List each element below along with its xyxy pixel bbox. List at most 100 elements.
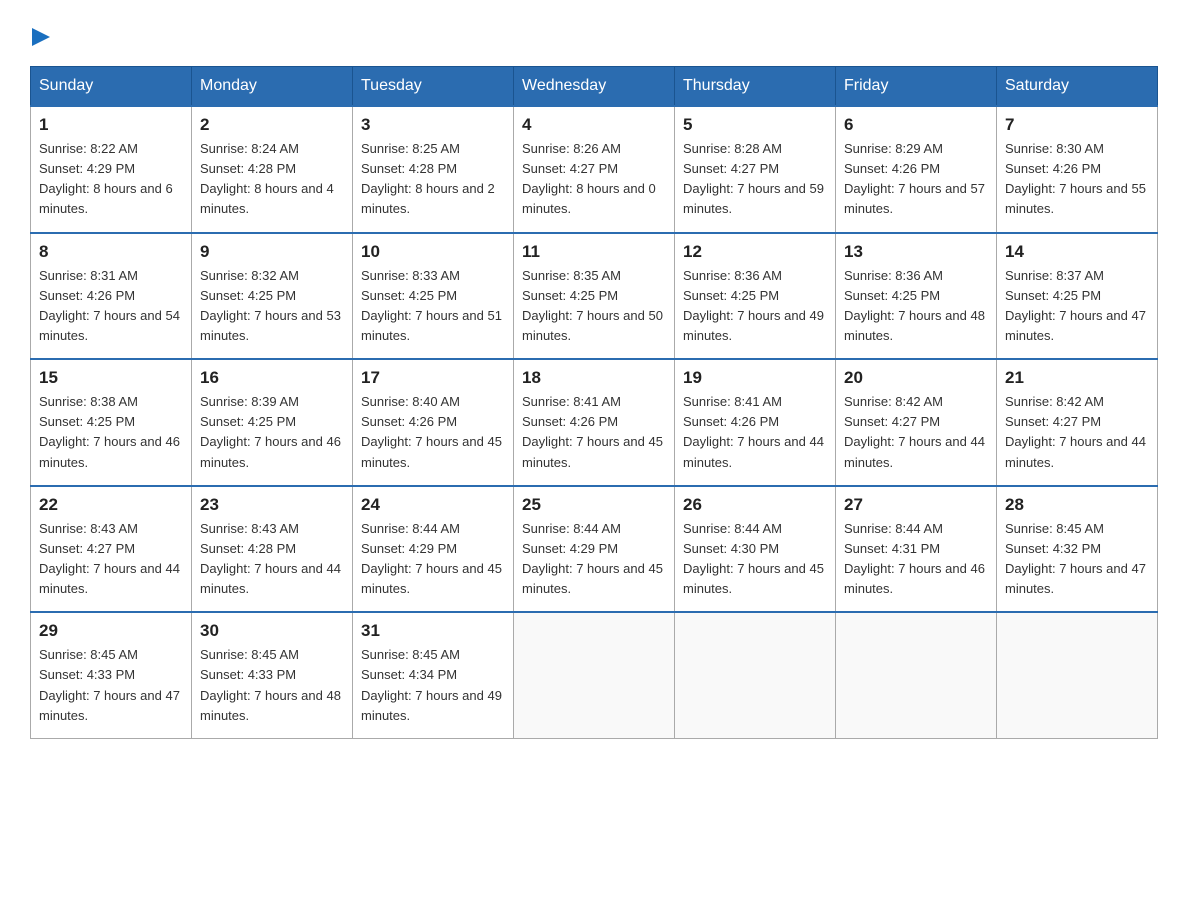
day-number: 10 [361, 242, 505, 262]
day-cell-15: 15Sunrise: 8:38 AMSunset: 4:25 PMDayligh… [31, 359, 192, 486]
day-number: 17 [361, 368, 505, 388]
day-number: 20 [844, 368, 988, 388]
day-cell-28: 28 Sunrise: 8:45 AMSunset: 4:32 PMDayligh… [997, 486, 1158, 613]
week-row-3: 15Sunrise: 8:38 AMSunset: 4:25 PMDayligh… [31, 359, 1158, 486]
day-cell-11: 11 Sunrise: 8:35 AMSunset: 4:25 PMDayligh… [514, 233, 675, 360]
day-cell-18: 18 Sunrise: 8:41 AMSunset: 4:26 PMDayligh… [514, 359, 675, 486]
header-tuesday: Tuesday [353, 67, 514, 107]
day-number: 9 [200, 242, 344, 262]
day-number: 13 [844, 242, 988, 262]
day-number: 8 [39, 242, 183, 262]
day-number: 24 [361, 495, 505, 515]
logo-arrow-icon [32, 26, 50, 48]
day-number: 23 [200, 495, 344, 515]
day-cell-20: 20 Sunrise: 8:42 AMSunset: 4:27 PMDayligh… [836, 359, 997, 486]
day-number: 7 [1005, 115, 1149, 135]
header-saturday: Saturday [997, 67, 1158, 107]
empty-cell [514, 612, 675, 738]
week-row-5: 29 Sunrise: 8:45 AMSunset: 4:33 PMDayligh… [31, 612, 1158, 738]
day-cell-1: 1 Sunrise: 8:22 AMSunset: 4:29 PMDaylight… [31, 106, 192, 233]
day-cell-3: 3Sunrise: 8:25 AMSunset: 4:28 PMDaylight… [353, 106, 514, 233]
day-number: 19 [683, 368, 827, 388]
day-info: Sunrise: 8:25 AMSunset: 4:28 PMDaylight:… [361, 139, 505, 220]
empty-cell [997, 612, 1158, 738]
empty-cell [675, 612, 836, 738]
day-number: 21 [1005, 368, 1149, 388]
day-info: Sunrise: 8:31 AMSunset: 4:26 PMDaylight:… [39, 266, 183, 347]
day-number: 11 [522, 242, 666, 262]
day-info: Sunrise: 8:44 AMSunset: 4:31 PMDaylight:… [844, 519, 988, 600]
day-info: Sunrise: 8:45 AMSunset: 4:34 PMDaylight:… [361, 645, 505, 726]
day-info: Sunrise: 8:42 AMSunset: 4:27 PMDaylight:… [1005, 392, 1149, 473]
day-info: Sunrise: 8:28 AMSunset: 4:27 PMDaylight:… [683, 139, 827, 220]
day-info: Sunrise: 8:44 AMSunset: 4:29 PMDaylight:… [361, 519, 505, 600]
day-cell-2: 2 Sunrise: 8:24 AMSunset: 4:28 PMDaylight… [192, 106, 353, 233]
day-cell-19: 19 Sunrise: 8:41 AMSunset: 4:26 PMDayligh… [675, 359, 836, 486]
day-cell-17: 17 Sunrise: 8:40 AMSunset: 4:26 PMDayligh… [353, 359, 514, 486]
day-number: 29 [39, 621, 183, 641]
day-cell-4: 4 Sunrise: 8:26 AMSunset: 4:27 PMDaylight… [514, 106, 675, 233]
day-number: 14 [1005, 242, 1149, 262]
day-number: 31 [361, 621, 505, 641]
day-cell-9: 9Sunrise: 8:32 AMSunset: 4:25 PMDaylight… [192, 233, 353, 360]
day-cell-16: 16Sunrise: 8:39 AMSunset: 4:25 PMDayligh… [192, 359, 353, 486]
day-number: 28 [1005, 495, 1149, 515]
day-cell-26: 26Sunrise: 8:44 AMSunset: 4:30 PMDayligh… [675, 486, 836, 613]
day-info: Sunrise: 8:33 AMSunset: 4:25 PMDaylight:… [361, 266, 505, 347]
page-header [30, 20, 1158, 48]
day-info: Sunrise: 8:38 AMSunset: 4:25 PMDaylight:… [39, 392, 183, 473]
header-sunday: Sunday [31, 67, 192, 107]
day-cell-13: 13Sunrise: 8:36 AMSunset: 4:25 PMDayligh… [836, 233, 997, 360]
day-info: Sunrise: 8:30 AMSunset: 4:26 PMDaylight:… [1005, 139, 1149, 220]
day-cell-30: 30 Sunrise: 8:45 AMSunset: 4:33 PMDayligh… [192, 612, 353, 738]
day-info: Sunrise: 8:40 AMSunset: 4:26 PMDaylight:… [361, 392, 505, 473]
header-monday: Monday [192, 67, 353, 107]
logo [30, 26, 50, 48]
day-info: Sunrise: 8:45 AMSunset: 4:32 PMDaylight:… [1005, 519, 1149, 600]
day-info: Sunrise: 8:43 AMSunset: 4:27 PMDaylight:… [39, 519, 183, 600]
day-info: Sunrise: 8:41 AMSunset: 4:26 PMDaylight:… [683, 392, 827, 473]
header-friday: Friday [836, 67, 997, 107]
week-row-4: 22 Sunrise: 8:43 AMSunset: 4:27 PMDayligh… [31, 486, 1158, 613]
day-info: Sunrise: 8:42 AMSunset: 4:27 PMDaylight:… [844, 392, 988, 473]
day-cell-25: 25Sunrise: 8:44 AMSunset: 4:29 PMDayligh… [514, 486, 675, 613]
day-number: 30 [200, 621, 344, 641]
days-of-week-row: SundayMondayTuesdayWednesdayThursdayFrid… [31, 67, 1158, 107]
day-number: 16 [200, 368, 344, 388]
day-number: 12 [683, 242, 827, 262]
calendar-header: SundayMondayTuesdayWednesdayThursdayFrid… [31, 67, 1158, 107]
day-info: Sunrise: 8:24 AMSunset: 4:28 PMDaylight:… [200, 139, 344, 220]
day-info: Sunrise: 8:22 AMSunset: 4:29 PMDaylight:… [39, 139, 183, 220]
day-cell-24: 24 Sunrise: 8:44 AMSunset: 4:29 PMDayligh… [353, 486, 514, 613]
day-cell-5: 5 Sunrise: 8:28 AMSunset: 4:27 PMDaylight… [675, 106, 836, 233]
day-info: Sunrise: 8:45 AMSunset: 4:33 PMDaylight:… [39, 645, 183, 726]
calendar-table: SundayMondayTuesdayWednesdayThursdayFrid… [30, 66, 1158, 739]
header-thursday: Thursday [675, 67, 836, 107]
day-info: Sunrise: 8:36 AMSunset: 4:25 PMDaylight:… [683, 266, 827, 347]
day-cell-23: 23Sunrise: 8:43 AMSunset: 4:28 PMDayligh… [192, 486, 353, 613]
day-info: Sunrise: 8:29 AMSunset: 4:26 PMDaylight:… [844, 139, 988, 220]
header-wednesday: Wednesday [514, 67, 675, 107]
week-row-1: 1 Sunrise: 8:22 AMSunset: 4:29 PMDaylight… [31, 106, 1158, 233]
day-number: 18 [522, 368, 666, 388]
day-cell-6: 6Sunrise: 8:29 AMSunset: 4:26 PMDaylight… [836, 106, 997, 233]
day-number: 4 [522, 115, 666, 135]
week-row-2: 8 Sunrise: 8:31 AMSunset: 4:26 PMDaylight… [31, 233, 1158, 360]
day-number: 1 [39, 115, 183, 135]
day-cell-8: 8 Sunrise: 8:31 AMSunset: 4:26 PMDaylight… [31, 233, 192, 360]
day-cell-21: 21 Sunrise: 8:42 AMSunset: 4:27 PMDayligh… [997, 359, 1158, 486]
day-cell-12: 12 Sunrise: 8:36 AMSunset: 4:25 PMDayligh… [675, 233, 836, 360]
day-cell-10: 10 Sunrise: 8:33 AMSunset: 4:25 PMDayligh… [353, 233, 514, 360]
day-info: Sunrise: 8:35 AMSunset: 4:25 PMDaylight:… [522, 266, 666, 347]
day-number: 2 [200, 115, 344, 135]
day-cell-22: 22 Sunrise: 8:43 AMSunset: 4:27 PMDayligh… [31, 486, 192, 613]
day-cell-27: 27Sunrise: 8:44 AMSunset: 4:31 PMDayligh… [836, 486, 997, 613]
day-info: Sunrise: 8:26 AMSunset: 4:27 PMDaylight:… [522, 139, 666, 220]
day-info: Sunrise: 8:41 AMSunset: 4:26 PMDaylight:… [522, 392, 666, 473]
day-number: 26 [683, 495, 827, 515]
day-cell-29: 29 Sunrise: 8:45 AMSunset: 4:33 PMDayligh… [31, 612, 192, 738]
day-info: Sunrise: 8:37 AMSunset: 4:25 PMDaylight:… [1005, 266, 1149, 347]
day-number: 22 [39, 495, 183, 515]
day-info: Sunrise: 8:45 AMSunset: 4:33 PMDaylight:… [200, 645, 344, 726]
day-number: 5 [683, 115, 827, 135]
